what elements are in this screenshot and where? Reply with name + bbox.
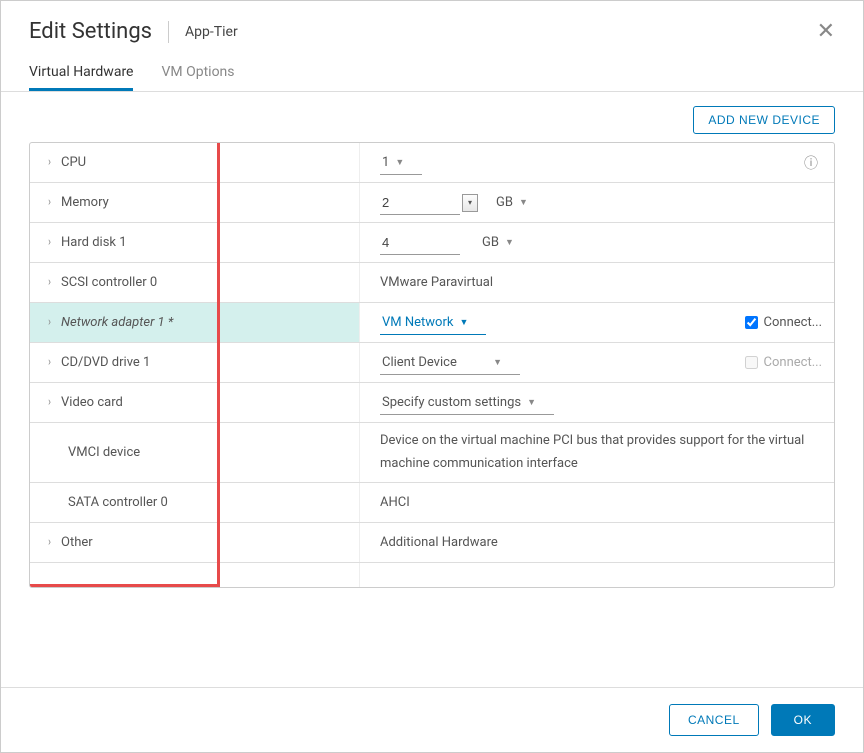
- chevron-right-icon: ›: [48, 276, 51, 289]
- hard-disk-label: Hard disk 1: [61, 235, 127, 250]
- video-card-select[interactable]: Specify custom settings▼: [380, 391, 554, 415]
- hard-disk-size-input[interactable]: [380, 231, 460, 255]
- expand-scsi[interactable]: › SCSI controller 0: [30, 263, 360, 302]
- cd-dvd-connect-checkbox: [745, 356, 758, 369]
- chevron-down-icon: ▼: [505, 237, 514, 248]
- network-connect-label: Connect...: [764, 315, 822, 330]
- chevron-down-icon: ▼: [519, 197, 528, 208]
- dialog-subtitle: App-Tier: [185, 24, 238, 40]
- dialog-footer: CANCEL OK: [1, 687, 863, 752]
- row-cd-dvd: › CD/DVD drive 1 Client Device▼ Connect.…: [30, 343, 834, 383]
- cd-dvd-device-select[interactable]: Client Device▼: [380, 351, 520, 375]
- expand-cd-dvd[interactable]: › CD/DVD drive 1: [30, 343, 360, 382]
- other-value: Additional Hardware: [380, 535, 498, 550]
- row-memory: › Memory ▾ GB▼: [30, 183, 834, 223]
- info-icon[interactable]: ⓘ: [804, 153, 818, 173]
- chevron-right-icon: ›: [48, 156, 51, 169]
- chevron-down-icon: ▼: [459, 317, 468, 328]
- chevron-down-icon: ▼: [493, 357, 502, 368]
- add-new-device-button[interactable]: ADD NEW DEVICE: [693, 106, 835, 134]
- expand-hard-disk[interactable]: › Hard disk 1: [30, 223, 360, 262]
- chevron-right-icon: ›: [48, 356, 51, 369]
- video-card-label: Video card: [61, 395, 123, 410]
- memory-spinner[interactable]: ▾: [462, 194, 478, 212]
- vmci-label: VMCI device: [68, 445, 140, 460]
- chevron-right-icon: ›: [48, 196, 51, 209]
- chevron-right-icon: ›: [48, 236, 51, 249]
- network-select[interactable]: VM Network▼: [380, 311, 486, 335]
- expand-memory[interactable]: › Memory: [30, 183, 360, 222]
- dialog-title: Edit Settings: [29, 19, 152, 44]
- row-network-adapter: › Network adapter 1 * VM Network▼ Connec…: [30, 303, 834, 343]
- expand-network-adapter[interactable]: › Network adapter 1 *: [30, 303, 360, 342]
- chevron-down-icon: ▼: [395, 157, 404, 168]
- row-cpu: › CPU 1▼ ⓘ: [30, 143, 834, 183]
- scsi-label: SCSI controller 0: [61, 275, 157, 290]
- row-scsi-controller: › SCSI controller 0 VMware Paravirtual: [30, 263, 834, 303]
- cpu-label: CPU: [61, 155, 86, 170]
- chevron-right-icon: ›: [48, 396, 51, 409]
- cpu-count-select[interactable]: 1▼: [380, 151, 422, 175]
- dialog-header: Edit Settings App-Tier ✕: [1, 1, 863, 56]
- memory-unit-select[interactable]: GB▼: [496, 195, 528, 210]
- scsi-value: VMware Paravirtual: [380, 275, 493, 290]
- row-other: › Other Additional Hardware: [30, 523, 834, 563]
- sata-cell: SATA controller 0: [30, 483, 360, 522]
- memory-value-input[interactable]: [380, 191, 460, 215]
- network-adapter-label: Network adapter 1 *: [61, 315, 173, 330]
- expand-other[interactable]: › Other: [30, 523, 360, 562]
- sata-value: AHCI: [380, 495, 410, 510]
- tab-virtual-hardware[interactable]: Virtual Hardware: [29, 56, 133, 91]
- chevron-down-icon: ▼: [527, 397, 536, 408]
- cancel-button[interactable]: CANCEL: [669, 704, 759, 736]
- hardware-panel: › CPU 1▼ ⓘ › Memory ▾ GB▼: [29, 142, 835, 588]
- tab-bar: Virtual Hardware VM Options: [1, 56, 863, 92]
- vmci-cell: VMCI device: [30, 423, 360, 482]
- expand-video-card[interactable]: › Video card: [30, 383, 360, 422]
- ok-button[interactable]: OK: [771, 704, 835, 736]
- cd-dvd-label: CD/DVD drive 1: [61, 355, 150, 370]
- row-vmci-device: VMCI device Device on the virtual machin…: [30, 423, 834, 483]
- tab-vm-options[interactable]: VM Options: [161, 56, 234, 91]
- row-empty: [30, 563, 834, 587]
- vmci-description: Device on the virtual machine PCI bus th…: [380, 429, 822, 476]
- row-hard-disk: › Hard disk 1 GB▼: [30, 223, 834, 263]
- row-video-card: › Video card Specify custom settings▼: [30, 383, 834, 423]
- network-connect-checkbox[interactable]: [745, 316, 758, 329]
- expand-cpu[interactable]: › CPU: [30, 143, 360, 182]
- other-label: Other: [61, 535, 93, 550]
- memory-label: Memory: [61, 195, 109, 210]
- edit-settings-dialog: Edit Settings App-Tier ✕ Virtual Hardwar…: [0, 0, 864, 753]
- row-sata-controller: SATA controller 0 AHCI: [30, 483, 834, 523]
- sata-label: SATA controller 0: [68, 495, 168, 510]
- close-icon[interactable]: ✕: [817, 21, 835, 43]
- title-divider: [168, 21, 169, 43]
- chevron-right-icon: ›: [48, 316, 51, 329]
- hard-disk-unit-select[interactable]: GB▼: [482, 235, 514, 250]
- cd-dvd-connect-label: Connect...: [764, 355, 822, 370]
- chevron-right-icon: ›: [48, 536, 51, 549]
